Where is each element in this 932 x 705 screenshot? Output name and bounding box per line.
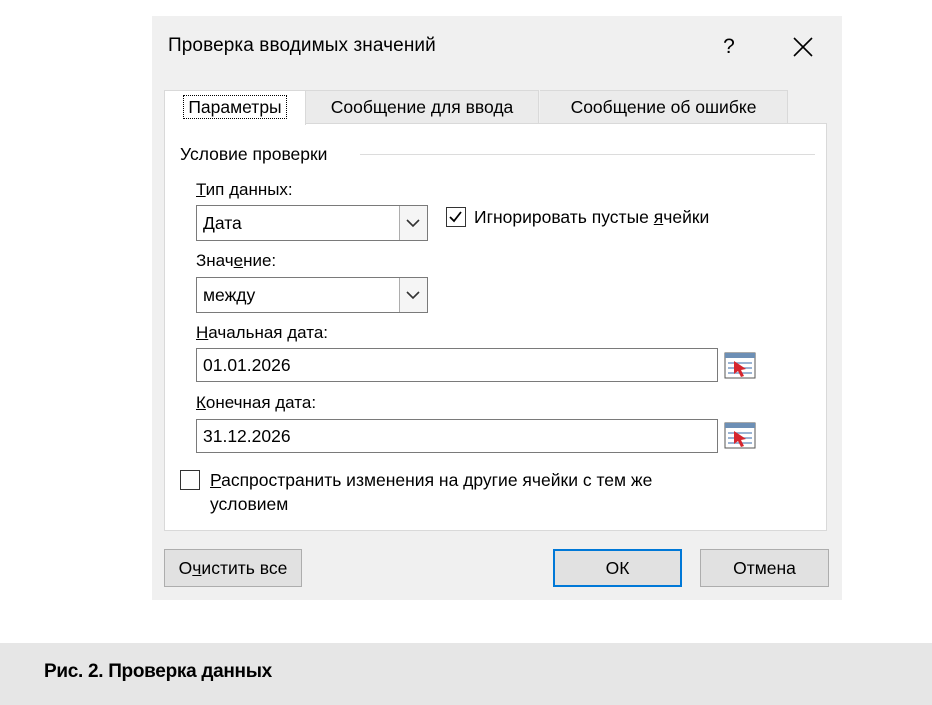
close-button[interactable]: [786, 30, 820, 64]
tab-error-alert-label: Сообщение об ошибке: [570, 97, 757, 117]
tab-settings-label: Параметры: [183, 95, 287, 119]
value-dropdown-value: между: [203, 285, 256, 305]
start-date-value: 01.01.2026: [203, 355, 291, 375]
data-validation-dialog: Проверка вводимых значений ? Параметры С…: [152, 16, 842, 600]
ok-button[interactable]: ОК: [553, 549, 682, 587]
tab-settings[interactable]: Параметры: [164, 90, 306, 125]
end-date-input[interactable]: 31.12.2026: [196, 419, 718, 453]
apply-to-all-checkbox[interactable]: [180, 470, 200, 490]
ignore-blank-checkbox[interactable]: [446, 207, 466, 227]
data-type-label: Тип данных:: [196, 180, 293, 199]
value-label: Значение:: [196, 251, 277, 270]
dialog-title: Проверка вводимых значений: [168, 35, 436, 56]
group-divider: [360, 154, 815, 155]
close-icon: [793, 37, 813, 57]
clear-all-button[interactable]: Очистить все: [164, 549, 302, 587]
range-picker-icon[interactable]: [724, 352, 756, 379]
cancel-button[interactable]: Отмена: [700, 549, 829, 587]
tab-input-message-label: Сообщение для ввода: [330, 97, 514, 117]
figure-caption: Рис. 2. Проверка данных: [44, 661, 272, 682]
tab-input-message[interactable]: Сообщение для ввода: [306, 90, 539, 124]
chevron-down-icon[interactable]: [399, 278, 427, 312]
checkmark-icon: [449, 211, 462, 223]
end-date-label: Конечная дата:: [196, 393, 317, 412]
range-picker-icon[interactable]: [724, 422, 756, 449]
end-date-value: 31.12.2026: [203, 426, 291, 446]
value-dropdown[interactable]: между: [196, 277, 428, 313]
help-button[interactable]: ?: [714, 30, 744, 64]
apply-to-all-line1: Распространить изменения на другие ячейк…: [210, 470, 653, 490]
data-type-dropdown[interactable]: Дата: [196, 205, 428, 241]
data-type-value: Дата: [203, 213, 242, 233]
chevron-down-icon[interactable]: [399, 206, 427, 240]
apply-to-all-label: Распространить изменения на другие ячейк…: [210, 468, 652, 516]
apply-to-all-line2: условием: [210, 494, 289, 514]
figure-caption-bar: Рис. 2. Проверка данных: [0, 643, 932, 705]
ignore-blank-label: Игнорировать пустые ячейки: [474, 207, 710, 227]
group-title: Условие проверки: [180, 144, 328, 164]
start-date-input[interactable]: 01.01.2026: [196, 348, 718, 382]
tab-error-alert[interactable]: Сообщение об ошибке: [540, 90, 788, 124]
start-date-label: Начальная дата:: [196, 323, 328, 342]
